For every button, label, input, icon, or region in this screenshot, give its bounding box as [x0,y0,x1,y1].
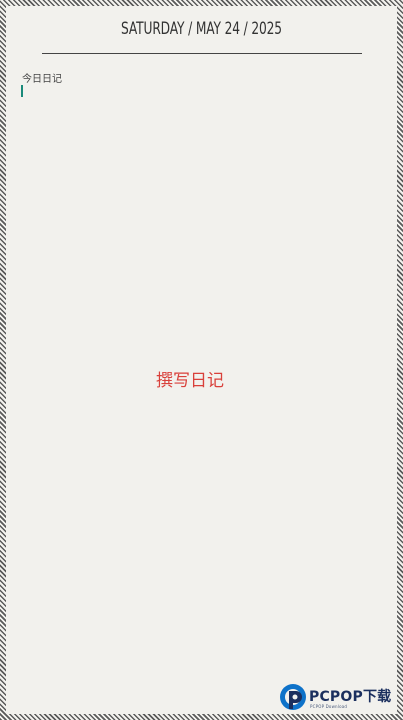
watermark-title: PCPOP下载 [309,689,392,705]
text-cursor[interactable] [21,85,23,97]
watermark-subtitle: PCPOP Download [310,704,348,709]
pcpop-logo-icon [280,684,306,710]
today-diary-label: 今日日记 [22,74,62,85]
write-diary-button[interactable]: 撰写日记 [140,368,240,394]
watermark: PCPOP下载 PCPOP Download [279,683,403,717]
page-frame [0,0,403,720]
date-header: SATURDAY / MAY 24 / 2025 [121,19,282,39]
header-divider [42,53,362,54]
